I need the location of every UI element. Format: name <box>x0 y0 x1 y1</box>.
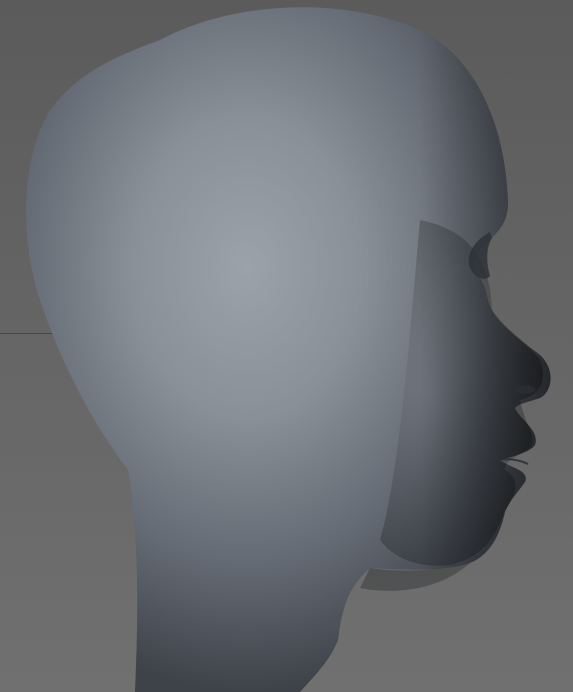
3d-viewport[interactable] <box>0 0 573 692</box>
head-model[interactable] <box>0 0 573 692</box>
